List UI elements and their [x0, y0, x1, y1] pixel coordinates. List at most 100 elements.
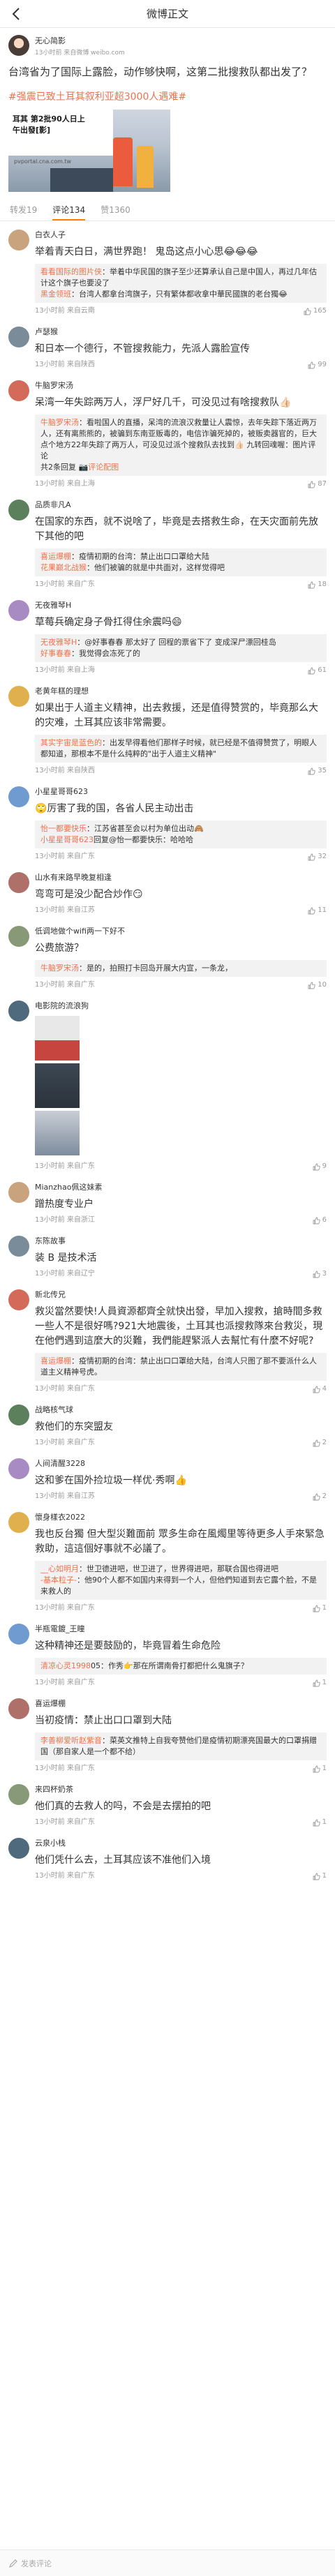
comment-author[interactable]: 品质非凡A [35, 500, 327, 511]
tab-comments[interactable]: 评论134 [52, 204, 86, 220]
comment-author[interactable]: 云泉小栈 [35, 1838, 327, 1849]
like-button[interactable]: 1 [313, 1763, 327, 1774]
comment-author[interactable]: 懷身樣衣2022 [35, 1512, 327, 1523]
reply-author[interactable]: 看看国际的图片侠 [40, 267, 102, 276]
like-button[interactable]: 61 [308, 665, 327, 676]
reply-author[interactable]: 牛脑罗宋汤 [40, 964, 79, 973]
comment-author[interactable]: 无夜雅琴H [35, 600, 327, 611]
avatar[interactable] [8, 786, 29, 807]
comment-input[interactable]: 发表评论 [8, 2558, 52, 2569]
tab-reposts[interactable]: 转发19 [10, 204, 37, 220]
like-button[interactable]: 1 [313, 1817, 327, 1828]
comment-author[interactable]: 人间清醒3228 [35, 1458, 327, 1469]
comment-author[interactable]: 低调地做个wifi两一下好不 [35, 926, 327, 937]
like-button[interactable]: 87 [308, 479, 327, 490]
reply-author[interactable]: 怡一都要快乐 [40, 824, 87, 833]
comment-author[interactable]: 战略核气球 [35, 1405, 327, 1416]
reply-author[interactable]: 无夜雅琴H [40, 638, 77, 647]
avatar[interactable] [8, 600, 29, 621]
like-button[interactable]: 165 [304, 306, 327, 317]
like-button[interactable]: 1 [313, 1677, 327, 1688]
avatar[interactable] [8, 686, 29, 707]
comment-author[interactable]: Mianzhao佩这妹素 [35, 1182, 327, 1193]
comment-author[interactable]: 电影院的流浪狗 [35, 1001, 327, 1012]
post-image[interactable]: 耳其 第2批90人日上 午出發[影] pvportal.cna.com.tw [8, 110, 170, 192]
reply-box[interactable]: 其实宇宙是蓝色的：出发早得看他们那样子时候，就已经是不值得赞赏了，明眼人都知道，… [35, 735, 327, 763]
avatar[interactable] [8, 1236, 29, 1257]
reply-author[interactable]: 喜运爆棚 [40, 1356, 71, 1365]
like-button[interactable]: 4 [313, 1384, 327, 1395]
avatar[interactable] [8, 1182, 29, 1203]
comment-author[interactable]: 卢瑟猴 [35, 327, 327, 338]
avatar[interactable] [8, 1001, 29, 1021]
reply-author[interactable]: __心如明月 [40, 1564, 79, 1573]
avatar[interactable] [8, 35, 29, 56]
like-button[interactable]: 2 [313, 1437, 327, 1448]
avatar[interactable] [8, 1512, 29, 1533]
reply-box[interactable]: __心如明月：世卫德进吧，世卫进了，世界得进吧，那联合国也得进吧 -基本粒子-：他… [35, 1561, 327, 1600]
like-button[interactable]: 6 [313, 1215, 327, 1226]
reply-author[interactable]: 花果巅北战猴 [40, 563, 87, 572]
reply-box[interactable]: 无夜雅琴H：@好事春春 那太好了 回程的票省下了 变成深尸漂回桂岛 好事春春：我觉… [35, 634, 327, 662]
reply-author[interactable]: -基本粒子- [40, 1575, 77, 1585]
comment-author[interactable]: 白衣人子 [35, 230, 327, 241]
avatar[interactable] [8, 1405, 29, 1425]
reply-box[interactable]: 喜运爆棚：疫情初期的台湾：禁止出口口罩给大陆 花果巅北战猴：他们被骗的就是中共面对… [35, 548, 327, 576]
like-button[interactable]: 1 [313, 1871, 327, 1882]
reply-author[interactable]: 李善柳爱听赵紫音 [40, 1736, 102, 1745]
like-button[interactable]: 99 [308, 359, 327, 370]
comment-author[interactable]: 牛脑罗宋汤 [35, 380, 327, 391]
comment-author[interactable]: 东陈故事 [35, 1236, 327, 1247]
avatar[interactable] [8, 1698, 29, 1719]
back-button[interactable] [7, 0, 25, 28]
reply-author[interactable]: 清凉心灵1998 [40, 1661, 91, 1670]
reply-box[interactable]: 李善柳爱听赵紫音：菜英文推特上自我夸赞他们是疫情初期漂亮国最大的口罩捐赠国（那自… [35, 1732, 327, 1760]
comment-author[interactable]: 山水有来路早晚复相逢 [35, 872, 327, 883]
comment-author[interactable]: 半瓶電鍍_王瞳 [35, 1624, 327, 1635]
like-button[interactable]: 3 [313, 1268, 327, 1280]
like-button[interactable]: 2 [313, 1491, 327, 1502]
like-button[interactable]: 1 [313, 1603, 327, 1614]
reply-box[interactable]: 看看国际的图片侠：举着中华民国的旗子至少还算承认自己是中国人，再过几年估计这个旗… [35, 264, 327, 303]
reply-box[interactable]: 牛脑罗宋汤：看啦国人的直播，呆湾的流浪汉救量让人震惊，去年失踪下落近两万人，还有… [35, 414, 327, 476]
avatar[interactable] [8, 1458, 29, 1479]
like-button[interactable]: 35 [308, 765, 327, 777]
comment-image[interactable] [35, 1063, 80, 1108]
post-hashtag[interactable]: #强震已致土耳其叙利亚超3000人遇难# [8, 90, 327, 104]
tab-likes[interactable]: 赞1360 [100, 204, 131, 220]
comment-author[interactable]: 来四杯奶茶 [35, 1784, 327, 1795]
reply-author[interactable]: 黑金领班 [40, 290, 71, 299]
avatar[interactable] [8, 380, 29, 401]
avatar[interactable] [8, 1838, 29, 1859]
like-button[interactable]: 10 [308, 980, 327, 991]
comment-author[interactable]: 喜运爆棚 [35, 1698, 327, 1709]
avatar[interactable] [8, 1784, 29, 1805]
reply-author[interactable]: 其实宇宙是蓝色的 [40, 738, 102, 747]
avatar[interactable] [8, 1624, 29, 1645]
comment-author[interactable]: 新北传兄 [35, 1289, 327, 1301]
like-button[interactable]: 11 [308, 905, 327, 916]
avatar[interactable] [8, 1289, 29, 1310]
comment-image[interactable] [35, 1016, 80, 1061]
like-button[interactable]: 9 [313, 1161, 327, 1172]
reply-box[interactable]: 喜运爆棚：疫情初期的台湾：禁止出口口罩给大陆，台湾人只图了那不要派什么人道主义精… [35, 1353, 327, 1381]
like-button[interactable]: 32 [308, 851, 327, 862]
reply-box[interactable]: 牛脑罗宋汤：是的，拍照打卡回岛开展大内宣，一条龙， [35, 960, 327, 977]
comment-author[interactable]: 老黄年糕的理想 [35, 686, 327, 697]
avatar[interactable] [8, 926, 29, 947]
like-button[interactable]: 18 [308, 579, 327, 590]
comment-author[interactable]: 小星星哥哥623 [35, 786, 327, 797]
reply-more-link[interactable]: 📷评论配图 [79, 463, 119, 472]
avatar[interactable] [8, 500, 29, 521]
reply-author[interactable]: 牛脑罗宋汤 [40, 418, 79, 427]
post-author[interactable]: 无心简影 [35, 35, 125, 46]
reply-box[interactable]: 怡一都要快乐：江苏省甚至会以村为单位出动🙈 小星星哥哥623回复@怡一都要快乐：哈… [35, 821, 327, 848]
reply-box[interactable]: 清凉心灵199805：作秀👉那在所谓南骨打都把什么鬼旗子？ [35, 1658, 327, 1675]
reply-author[interactable]: 小星星哥哥623 [40, 835, 94, 844]
avatar[interactable] [8, 230, 29, 250]
avatar[interactable] [8, 872, 29, 893]
reply-author[interactable]: 喜运爆棚 [40, 552, 71, 561]
avatar[interactable] [8, 327, 29, 347]
comment-image[interactable] [35, 1111, 80, 1155]
reply-author[interactable]: 好事春春 [40, 649, 71, 658]
